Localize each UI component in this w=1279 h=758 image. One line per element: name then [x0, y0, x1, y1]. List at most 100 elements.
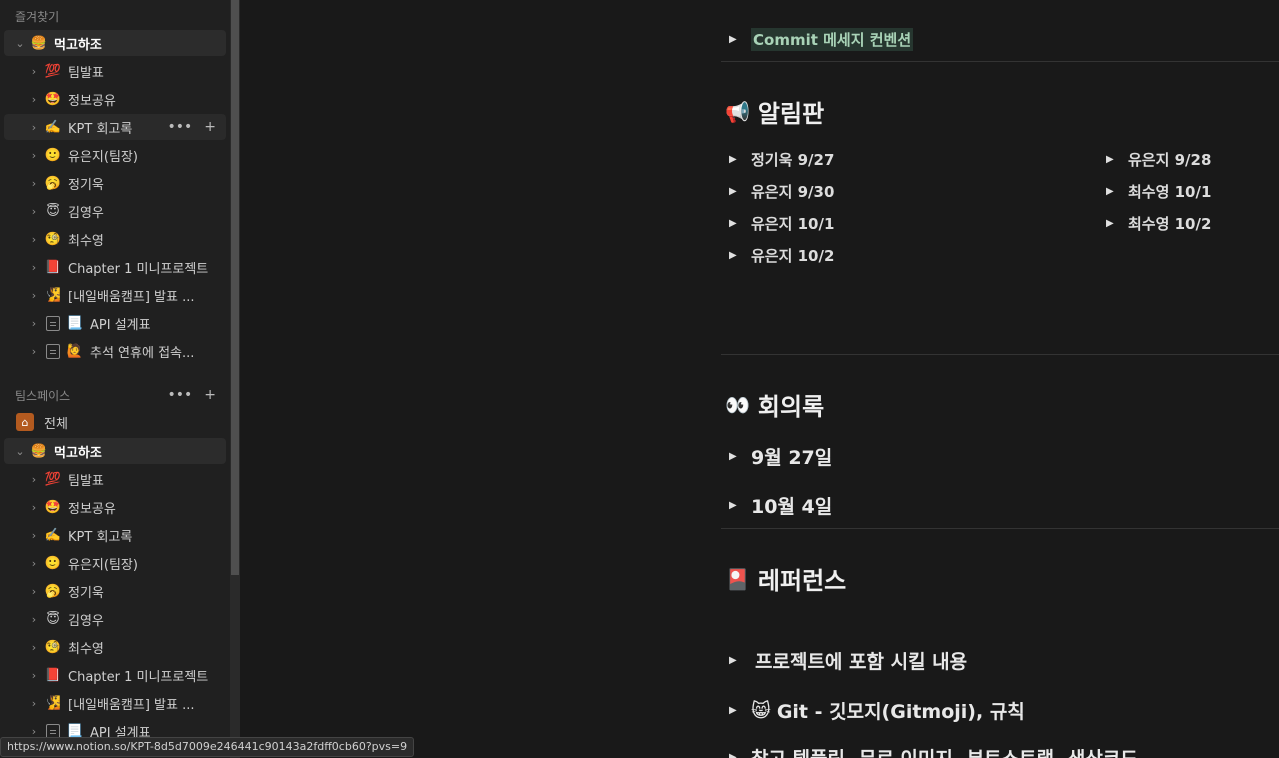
- add-icon[interactable]: +: [204, 387, 216, 403]
- chevron-right-icon[interactable]: ›: [28, 641, 40, 654]
- sidebar-item-label: 정보공유: [68, 93, 116, 109]
- sidebar-item[interactable]: › 🧐 최수영: [4, 634, 226, 660]
- chevron-right-icon[interactable]: ›: [28, 501, 40, 514]
- sidebar-item[interactable]: › 🤩 정보공유: [4, 86, 226, 112]
- sidebar-item[interactable]: › 🧏 [내일배움캠프] 발표 ...: [4, 690, 226, 716]
- chevron-right-icon[interactable]: ›: [28, 205, 40, 218]
- page-emoji-icon: 🤩: [44, 91, 62, 107]
- toggle-triangle-icon[interactable]: ▶: [729, 705, 751, 716]
- sidebar-item[interactable]: › 📕 Chapter 1 미니프로젝트: [4, 254, 226, 280]
- chevron-right-icon[interactable]: ›: [28, 697, 40, 710]
- sidebar-item-label: 최수영: [68, 641, 104, 657]
- row-actions: ••• +: [167, 114, 216, 140]
- sidebar-item-root[interactable]: ⌄ 🍔 먹고하조: [4, 30, 226, 56]
- sidebar-item-label: 팀발표: [68, 473, 104, 489]
- chevron-right-icon[interactable]: ›: [28, 149, 40, 162]
- chevron-right-icon[interactable]: ›: [28, 529, 40, 542]
- toggle-triangle-icon[interactable]: ▶: [729, 186, 751, 197]
- sidebar-item[interactable]: › ✍️ KPT 회고록: [4, 522, 226, 548]
- page-emoji-icon: 🧏: [44, 287, 62, 303]
- chevron-right-icon[interactable]: ›: [28, 317, 40, 330]
- toggle-commit-convention[interactable]: ▶ Commit 메세지 컨벤션: [729, 28, 914, 51]
- sidebar-item[interactable]: › 😇 김영우: [4, 606, 226, 632]
- more-icon[interactable]: •••: [167, 119, 192, 135]
- link-status-url: https://www.notion.so/KPT-8d5d7009e24644…: [0, 737, 415, 757]
- toggle-minutes-item[interactable]: ▶ 9월 27일: [729, 443, 832, 470]
- page-emoji-icon: 💯: [44, 471, 62, 487]
- sidebar-scrollbar[interactable]: [230, 0, 240, 758]
- toggle-triangle-icon[interactable]: ▶: [729, 655, 751, 666]
- chevron-down-icon[interactable]: ⌄: [14, 445, 26, 458]
- sidebar-item[interactable]: › 🙂 유은지(팀장): [4, 142, 226, 168]
- toggle-notice-item[interactable]: ▶ 최수영 10/2: [1106, 213, 1211, 234]
- page-icon: [46, 343, 60, 359]
- sidebar-item[interactable]: › ✍️ KPT 회고록 ••• +: [4, 114, 226, 140]
- sidebar-item[interactable]: › 📕 Chapter 1 미니프로젝트: [4, 662, 226, 688]
- toggle-triangle-icon[interactable]: ▶: [729, 250, 751, 261]
- chevron-right-icon[interactable]: ›: [28, 585, 40, 598]
- toggle-label: 참고 템플릿, 무료 이미지, 부트스트랩, 색상코드: [751, 744, 1138, 758]
- toggle-triangle-icon[interactable]: ▶: [729, 752, 751, 758]
- sidebar-item-all[interactable]: ⌂ 전체: [10, 409, 230, 435]
- toggle-triangle-icon[interactable]: ▶: [729, 451, 751, 462]
- heading-text: 알림판: [757, 100, 825, 128]
- chevron-right-icon[interactable]: ›: [28, 473, 40, 486]
- toggle-notice-item[interactable]: ▶ 유은지 10/1: [729, 213, 834, 234]
- chevron-right-icon[interactable]: ›: [28, 177, 40, 190]
- add-icon[interactable]: +: [204, 119, 216, 135]
- chevron-right-icon[interactable]: ›: [28, 261, 40, 274]
- sidebar-item[interactable]: › 🧏 [내일배움캠프] 발표 ...: [4, 282, 226, 308]
- toggle-notice-item[interactable]: ▶ 유은지 9/28: [1106, 149, 1211, 170]
- chevron-right-icon[interactable]: ›: [28, 233, 40, 246]
- chevron-right-icon[interactable]: ›: [28, 613, 40, 626]
- toggle-triangle-icon[interactable]: ▶: [729, 500, 751, 511]
- page-emoji-icon: 🙂: [44, 555, 62, 571]
- sidebar-item[interactable]: › 🥱 정기욱: [4, 578, 226, 604]
- toggle-notice-item[interactable]: ▶ 유은지 10/2: [729, 245, 834, 266]
- chevron-right-icon[interactable]: ›: [28, 93, 40, 106]
- sidebar-item[interactable]: › 🧐 최수영: [4, 226, 226, 252]
- toggle-reference-item[interactable]: ▶ 프로젝트에 포함 시킬 내용: [729, 647, 967, 674]
- divider: [721, 354, 1279, 355]
- chevron-right-icon[interactable]: ›: [28, 65, 40, 78]
- chevron-down-icon[interactable]: ⌄: [14, 37, 26, 50]
- sidebar: 즐겨찾기 ⌄ 🍔 먹고하조 팀스페이스 ••• + ⌂ 전체 ⌄ 🍔 먹고하조 …: [0, 0, 230, 758]
- toggle-triangle-icon[interactable]: ▶: [1106, 218, 1128, 229]
- toggle-triangle-icon[interactable]: ▶: [729, 154, 751, 165]
- toggle-reference-item[interactable]: ▶ 😸 Git - 깃모지(Gitmoji), 규칙: [729, 697, 1025, 724]
- toggle-notice-item[interactable]: ▶ 최수영 10/1: [1106, 181, 1211, 202]
- sidebar-item[interactable]: › 🙂 유은지(팀장): [4, 550, 226, 576]
- chevron-right-icon[interactable]: ›: [28, 289, 40, 302]
- sidebar-item[interactable]: › 💯 팀발표: [4, 58, 226, 84]
- toggle-reference-item[interactable]: ▶ 참고 템플릿, 무료 이미지, 부트스트랩, 색상코드: [729, 744, 1138, 758]
- toggle-triangle-icon[interactable]: ▶: [1106, 186, 1128, 197]
- sidebar-item[interactable]: › 💯 팀발표: [4, 466, 226, 492]
- sidebar-item[interactable]: › 🙋 추석 연휴에 접속...: [4, 338, 226, 364]
- scrollbar-thumb[interactable]: [231, 0, 239, 575]
- sidebar-item-label: 김영우: [68, 205, 104, 221]
- chevron-right-icon[interactable]: ›: [28, 345, 40, 358]
- toggle-minutes-item[interactable]: ▶ 10월 4일: [729, 492, 832, 519]
- sidebar-item-label: 팀발표: [68, 65, 104, 81]
- sidebar-item[interactable]: › 📃 API 설계표: [4, 310, 226, 336]
- more-icon[interactable]: •••: [167, 387, 192, 403]
- toggle-notice-item[interactable]: ▶ 유은지 9/30: [729, 181, 834, 202]
- sidebar-item[interactable]: › 🤩 정보공유: [4, 494, 226, 520]
- toggle-triangle-icon[interactable]: ▶: [1106, 154, 1128, 165]
- toggle-triangle-icon[interactable]: ▶: [729, 34, 751, 45]
- toggle-notice-item[interactable]: ▶ 정기욱 9/27: [729, 149, 834, 170]
- toggle-triangle-icon[interactable]: ▶: [729, 218, 751, 229]
- sidebar-item-teamspace-root[interactable]: ⌄ 🍔 먹고하조: [4, 438, 226, 464]
- toggle-label: Git - 깃모지(Gitmoji), 규칙: [776, 701, 1025, 723]
- chevron-right-icon[interactable]: ›: [28, 557, 40, 570]
- chevron-right-icon[interactable]: ›: [28, 725, 40, 738]
- sidebar-item-label: KPT 회고록: [68, 529, 133, 545]
- sidebar-item[interactable]: › 😇 김영우: [4, 198, 226, 224]
- sidebar-item[interactable]: › 🥱 정기욱: [4, 170, 226, 196]
- divider: [721, 61, 1279, 62]
- sidebar-item-label: 정기욱: [68, 585, 104, 601]
- divider: [721, 528, 1279, 529]
- page-emoji-icon: 📕: [44, 667, 62, 683]
- chevron-right-icon[interactable]: ›: [28, 669, 40, 682]
- chevron-right-icon[interactable]: ›: [28, 121, 40, 134]
